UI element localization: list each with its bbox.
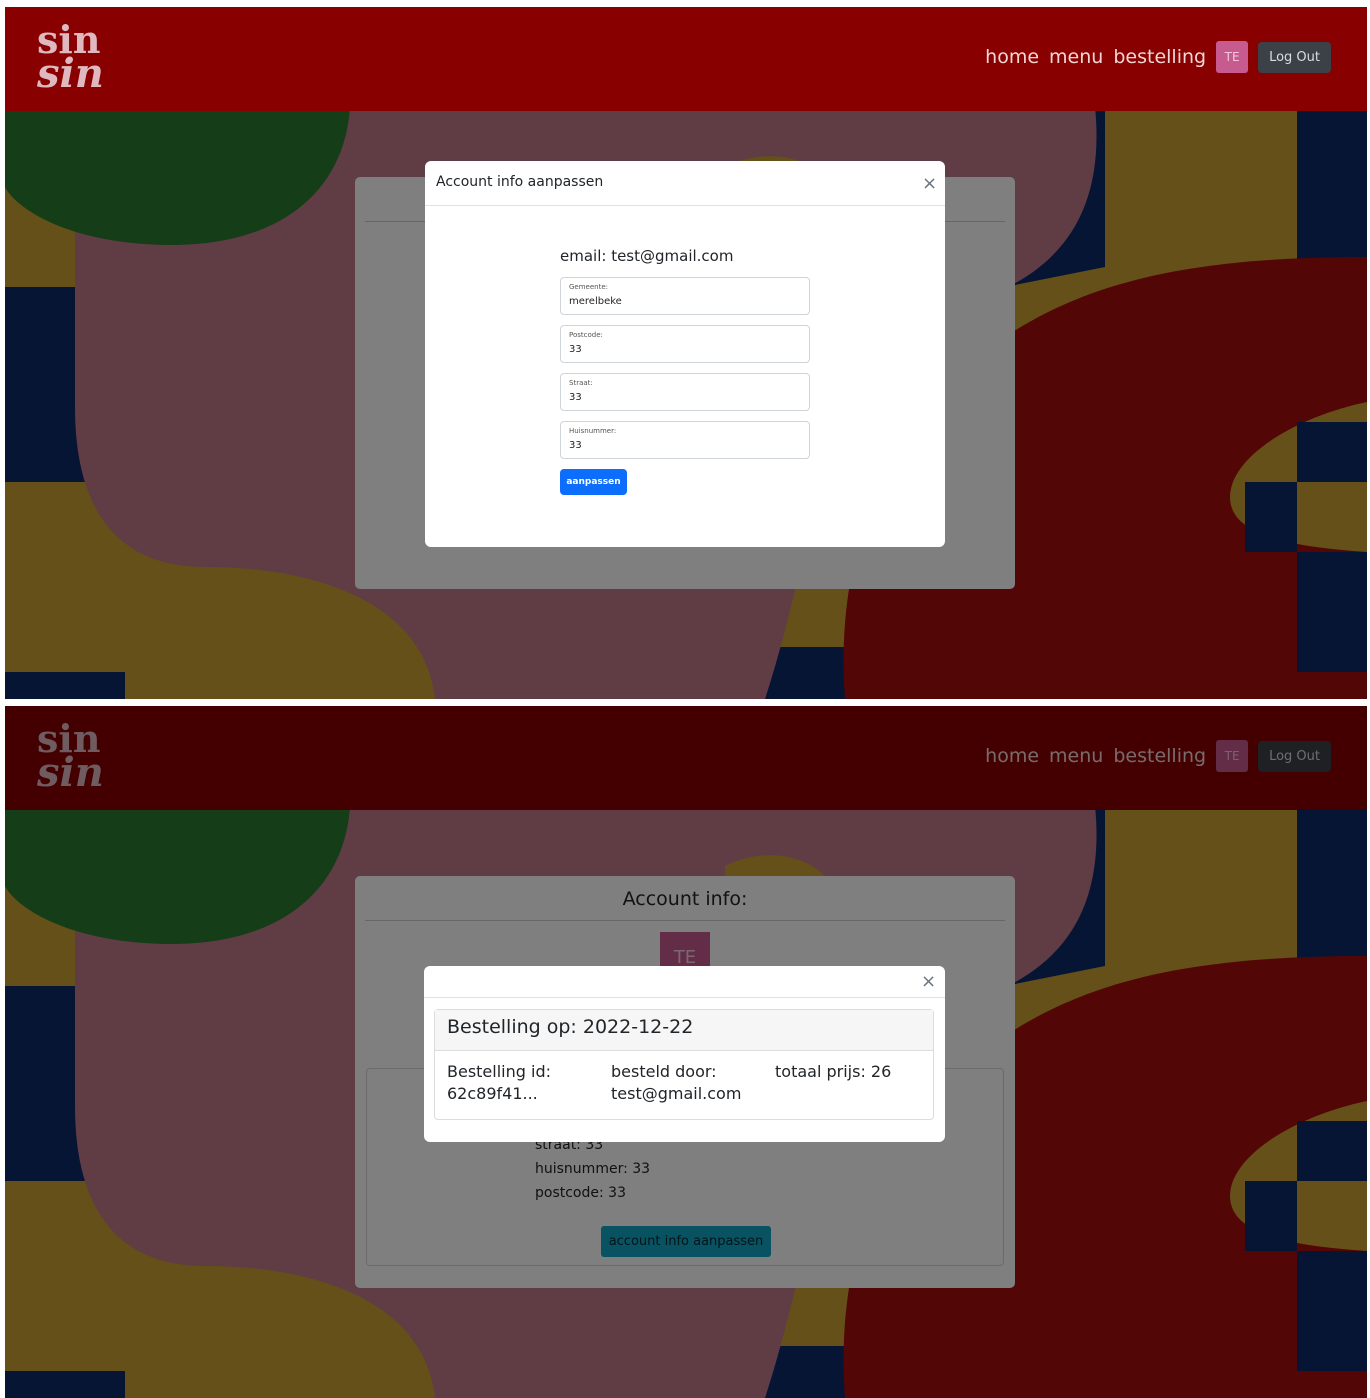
screenshot-order-detail: sin sin home menu bestelling TE Log Out … [5, 706, 1367, 1398]
nav-link-home[interactable]: home [985, 46, 1039, 68]
straat-label: Straat: [569, 379, 593, 387]
email-text: email: test@gmail.com [560, 247, 734, 265]
modal-header: Account info aanpassen × [425, 161, 945, 206]
postcode-input[interactable] [569, 344, 799, 355]
nav-link-menu[interactable]: menu [1049, 46, 1103, 68]
logo-line-2: sin [37, 50, 104, 97]
postcode-field[interactable]: Postcode: [560, 325, 810, 363]
nav-links: home menu bestelling TE Log Out [985, 41, 1331, 73]
gemeente-label: Gemeente: [569, 283, 609, 291]
order-detail-modal: × Bestelling op: 2022-12-22 Bestelling i… [424, 966, 945, 1142]
gemeente-input[interactable] [569, 296, 799, 307]
user-avatar[interactable]: TE [1216, 41, 1249, 73]
huisnummer-input[interactable] [569, 440, 799, 451]
aanpassen-button[interactable]: aanpassen [560, 469, 627, 495]
straat-input[interactable] [569, 392, 799, 403]
navbar: sin sin home menu bestelling TE Log Out [5, 7, 1367, 111]
close-icon[interactable]: × [922, 175, 937, 193]
close-icon[interactable]: × [921, 973, 936, 991]
brand-logo[interactable]: sin sin [37, 21, 104, 97]
huisnummer-field[interactable]: Huisnummer: [560, 421, 810, 459]
order-total: totaal prijs: 26 [775, 1062, 892, 1081]
modal-title: Account info aanpassen [436, 174, 604, 190]
order-id-value: 62c89f41... [447, 1084, 538, 1103]
edit-account-modal: Account info aanpassen × email: test@gma… [425, 161, 945, 547]
order-customer: besteld door: test@gmail.com [611, 1061, 741, 1105]
nav-link-bestelling[interactable]: bestelling [1113, 46, 1206, 68]
logout-button[interactable]: Log Out [1258, 41, 1331, 73]
postcode-label: Postcode: [569, 331, 603, 339]
order-customer-label: besteld door: [611, 1062, 717, 1081]
gemeente-field[interactable]: Gemeente: [560, 277, 810, 315]
order-id: Bestelling id: 62c89f41... [447, 1061, 551, 1105]
order-date-header: Bestelling op: 2022-12-22 [435, 1010, 933, 1051]
huisnummer-label: Huisnummer: [569, 427, 617, 435]
order-card: Bestelling op: 2022-12-22 Bestelling id:… [434, 1009, 934, 1120]
order-customer-value: test@gmail.com [611, 1084, 742, 1103]
order-id-label: Bestelling id: [447, 1062, 551, 1081]
straat-field[interactable]: Straat: [560, 373, 810, 411]
screenshot-edit-account: sin sin home menu bestelling TE Log Out … [5, 7, 1367, 699]
modal-header: × [424, 966, 945, 998]
